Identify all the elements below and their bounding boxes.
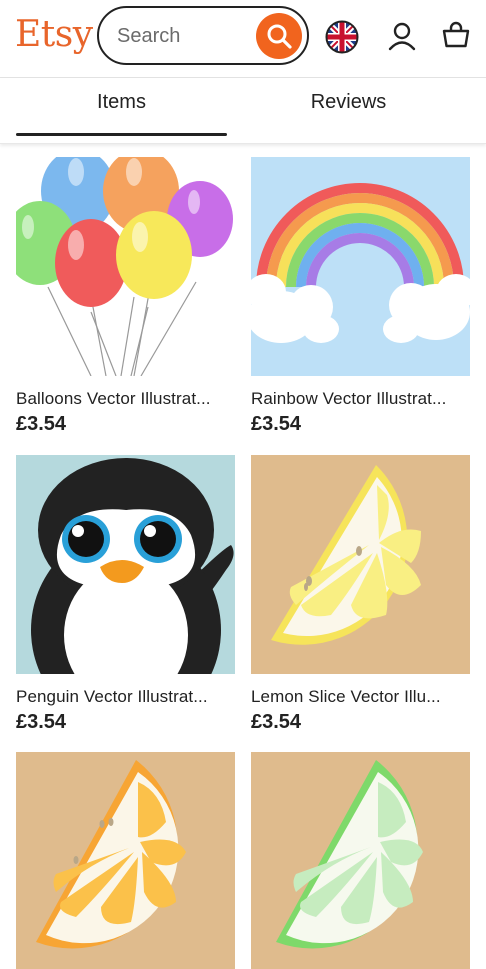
listing-price: £3.54 xyxy=(251,413,302,435)
active-tab-indicator xyxy=(16,133,227,136)
search-button[interactable] xyxy=(256,13,302,59)
listing-card-lime[interactable] xyxy=(251,752,470,969)
lemon-slice-image xyxy=(251,455,470,674)
tab-items[interactable]: Items xyxy=(16,78,227,138)
listing-title: Rainbow Vector Illustrat... xyxy=(251,389,447,408)
listing-card-balloons[interactable]: Balloons Vector Illustrat... £3.54 xyxy=(16,157,235,436)
search-icon xyxy=(267,24,292,49)
search-bar[interactable]: Search xyxy=(97,6,309,65)
top-header: Etsy Search xyxy=(0,0,486,78)
listing-title: Penguin Vector Illustrat... xyxy=(16,687,208,706)
uk-flag-icon[interactable] xyxy=(325,20,359,54)
listing-price: £3.54 xyxy=(251,711,302,733)
listing-title: Balloons Vector Illustrat... xyxy=(16,389,211,408)
penguin-image xyxy=(16,455,235,674)
rainbow-image xyxy=(251,157,470,376)
shop-tabs: Items Reviews xyxy=(0,78,486,144)
listing-card-lemon[interactable]: Lemon Slice Vector Illu... £3.54 xyxy=(251,455,470,734)
shopping-bag-icon[interactable] xyxy=(441,20,471,50)
listing-price: £3.54 xyxy=(16,413,67,435)
listing-card-orange[interactable] xyxy=(16,752,235,969)
search-input[interactable]: Search xyxy=(117,25,180,47)
orange-slice-image xyxy=(16,752,235,969)
tab-reviews[interactable]: Reviews xyxy=(243,78,454,138)
user-icon[interactable] xyxy=(386,20,418,52)
etsy-logo[interactable]: Etsy xyxy=(15,12,93,58)
lime-slice-image xyxy=(251,752,470,969)
listing-title: Lemon Slice Vector Illu... xyxy=(251,687,441,706)
listing-card-rainbow[interactable]: Rainbow Vector Illustrat... £3.54 xyxy=(251,157,470,436)
listing-card-penguin[interactable]: Penguin Vector Illustrat... £3.54 xyxy=(16,455,235,734)
listing-price: £3.54 xyxy=(16,711,67,733)
balloons-image xyxy=(16,157,235,376)
